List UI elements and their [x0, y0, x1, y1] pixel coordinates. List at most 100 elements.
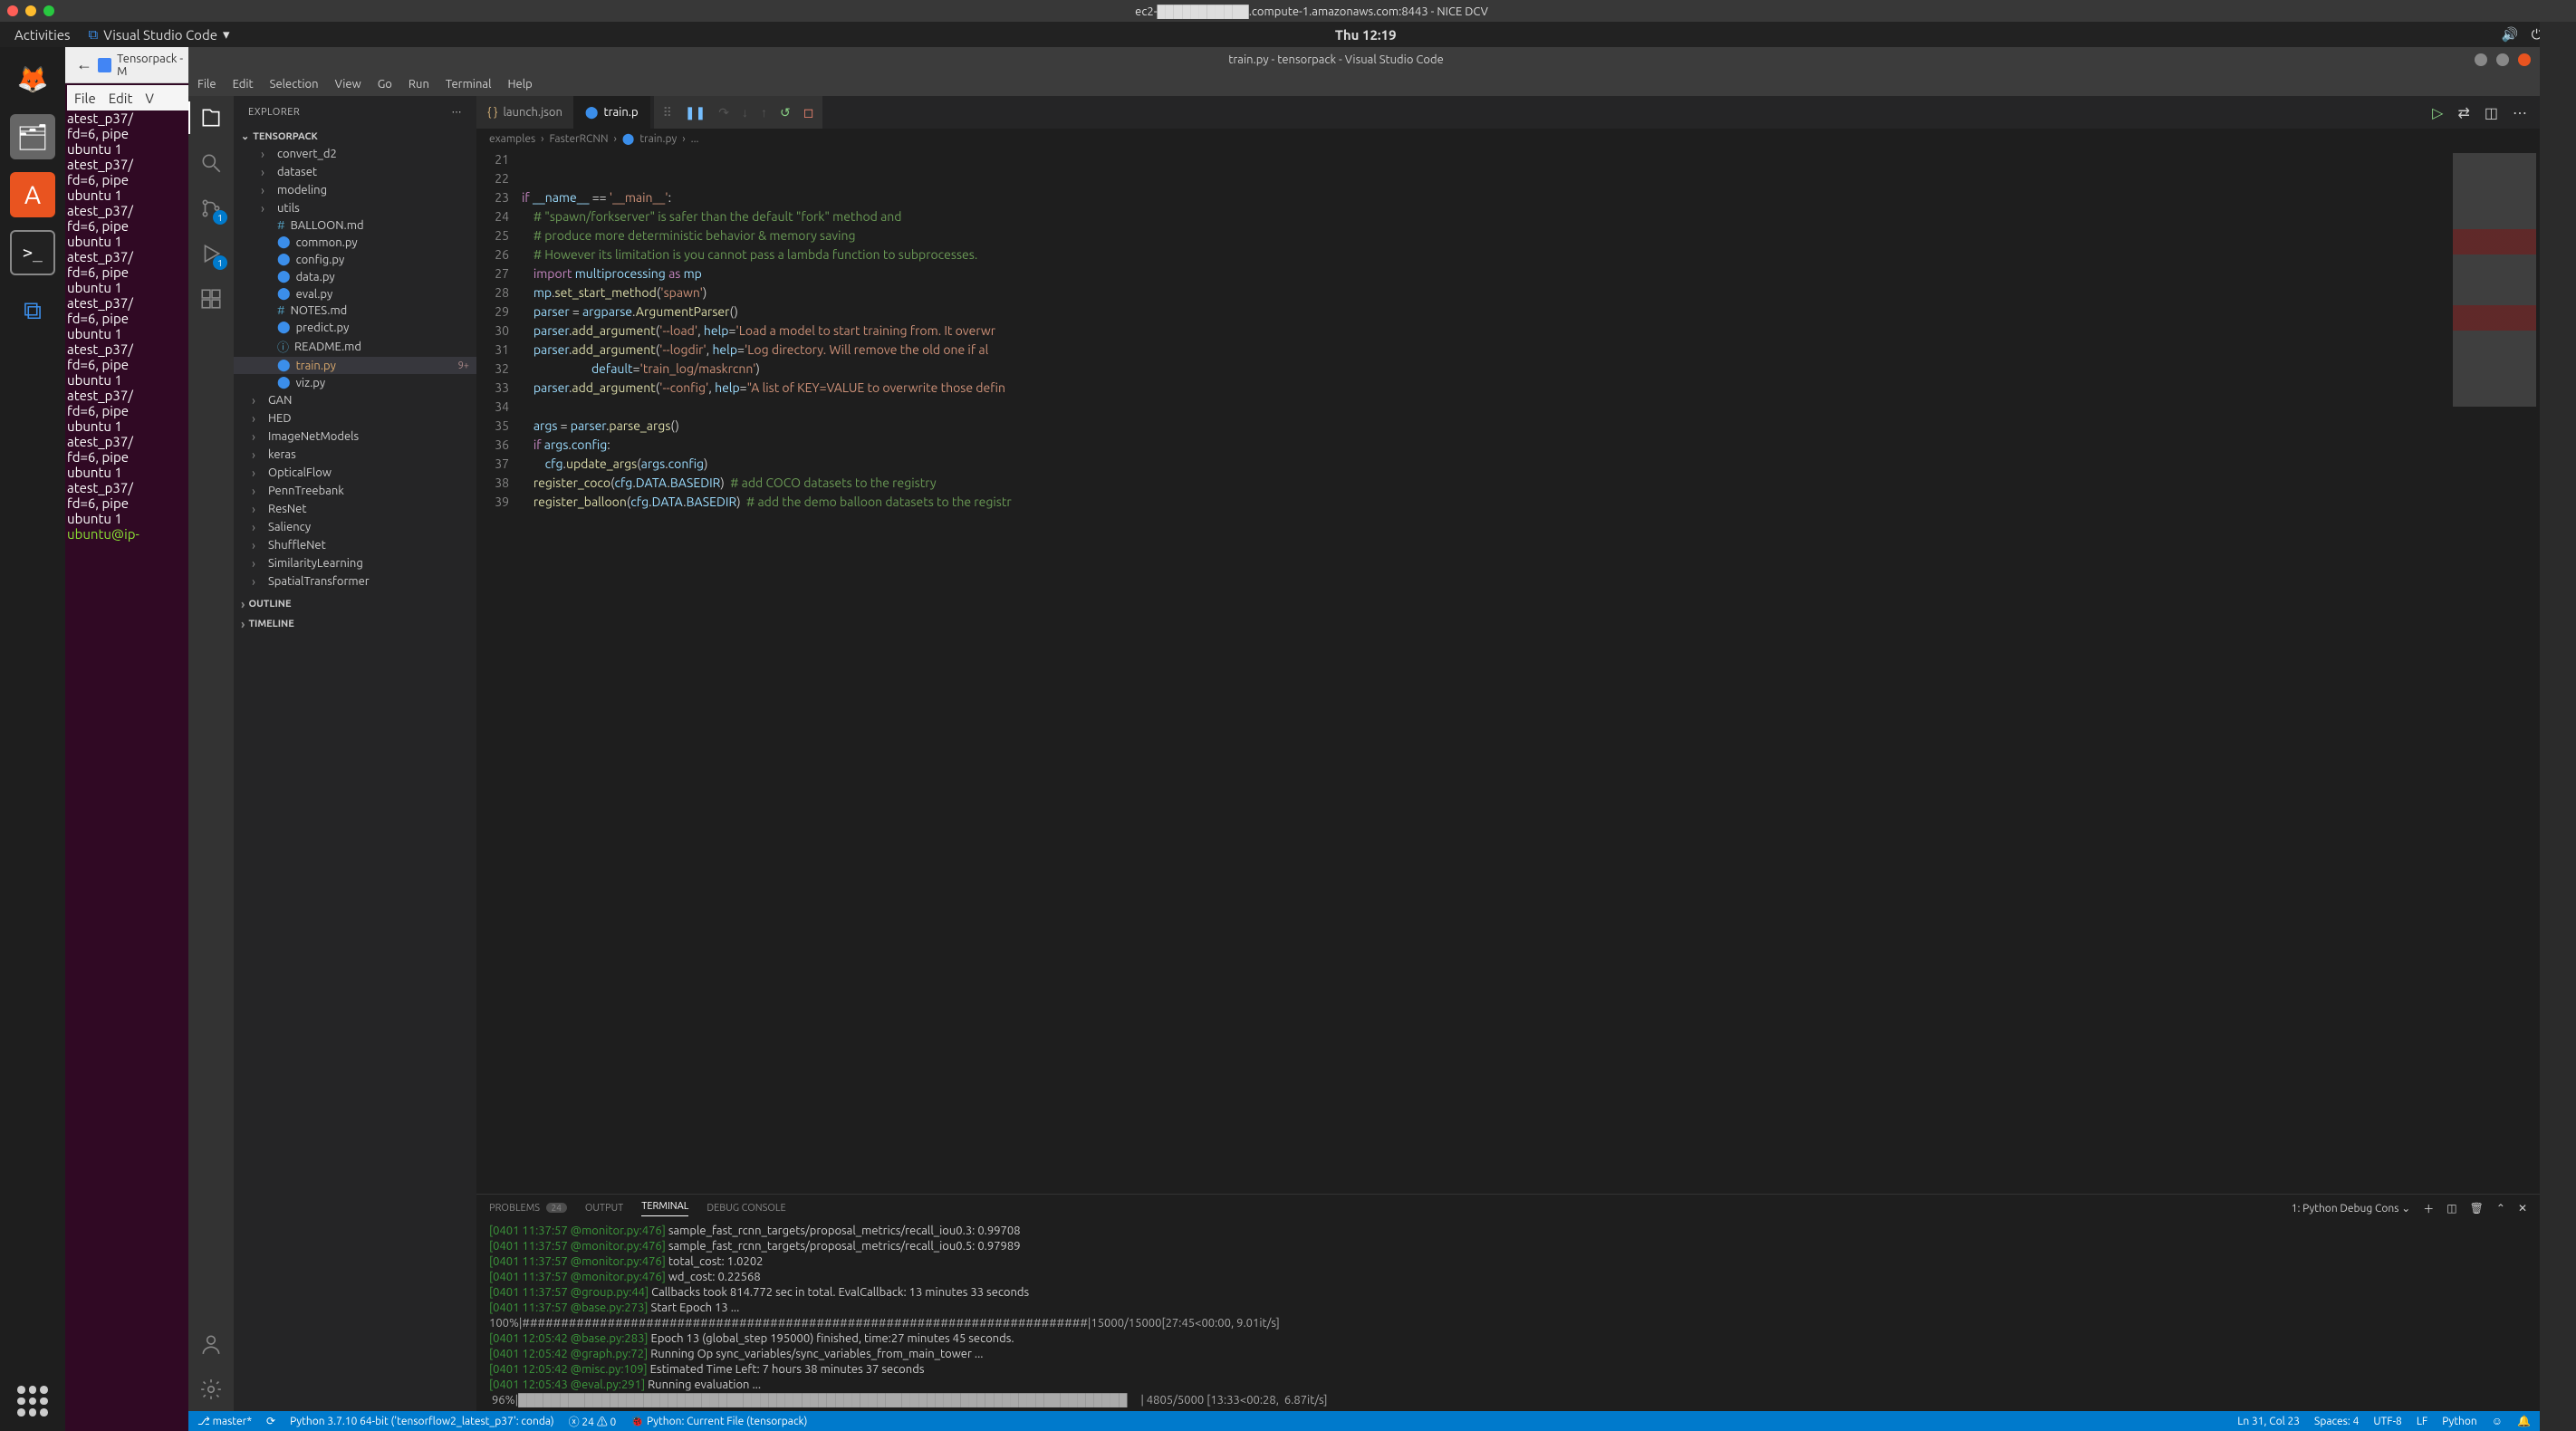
panel-tab-output[interactable]: OUTPUT: [585, 1203, 623, 1214]
status-sync-icon[interactable]: ⟳: [266, 1415, 275, 1427]
status-feedback-icon[interactable]: ☺: [2492, 1415, 2503, 1427]
activity-explorer[interactable]: [198, 105, 224, 130]
tab-launch-json[interactable]: { } launch.json: [476, 96, 574, 129]
terminal-trash-icon[interactable]: 🗑: [2470, 1202, 2484, 1215]
tree-folder-ShuffleNet[interactable]: ShuffleNet: [234, 536, 476, 554]
debug-restart[interactable]: ↺: [780, 105, 791, 120]
tree-folder-ImageNetModels[interactable]: ImageNetModels: [234, 427, 476, 446]
mac-minimize[interactable]: [25, 5, 36, 16]
tree-file-BALLOON.md[interactable]: #BALLOON.md: [234, 217, 476, 234]
activity-debug[interactable]: 1: [198, 241, 224, 266]
editor-more-icon[interactable]: ⋯: [2513, 104, 2527, 121]
dock-firefox[interactable]: 🦊: [10, 56, 55, 101]
tree-file-data.py[interactable]: ⬤data.py: [234, 268, 476, 285]
mac-close[interactable]: [7, 5, 18, 16]
tree-folder-keras[interactable]: keras: [234, 446, 476, 464]
menu-selection[interactable]: Selection: [270, 78, 319, 91]
menu-edit[interactable]: Edit: [233, 78, 254, 91]
vscode-maximize[interactable]: [2496, 53, 2509, 66]
activity-settings[interactable]: [198, 1377, 224, 1402]
menu-run[interactable]: Run: [409, 78, 429, 91]
status-python[interactable]: Python 3.7.10 64-bit ('tensorflow2_lates…: [290, 1416, 554, 1427]
activities-button[interactable]: Activities: [14, 27, 71, 43]
tree-file-train.py[interactable]: ⬤train.py9+: [234, 357, 476, 374]
menu-view[interactable]: View: [335, 78, 361, 91]
terminal-new-icon[interactable]: ＋: [2423, 1201, 2434, 1216]
tree-folder-SimilarityLearning[interactable]: SimilarityLearning: [234, 554, 476, 572]
tree-folder-PennTreebank[interactable]: PennTreebank: [234, 482, 476, 500]
background-terminal[interactable]: File Edit V atest_p37/fd=6, pipeubuntu 1…: [65, 83, 192, 1431]
status-language[interactable]: Python: [2442, 1416, 2477, 1427]
tree-folder-GAN[interactable]: GAN: [234, 391, 476, 409]
tree-folder-ResNet[interactable]: ResNet: [234, 500, 476, 518]
background-browser-tab[interactable]: ← Tensorpack - M: [65, 47, 192, 83]
back-icon[interactable]: ←: [76, 55, 92, 74]
tree-folder-convert_d2[interactable]: convert_d2: [234, 145, 476, 163]
menu-go[interactable]: Go: [378, 78, 392, 91]
tree-file-NOTES.md[interactable]: #NOTES.md: [234, 303, 476, 319]
status-eol[interactable]: LF: [2417, 1416, 2427, 1427]
menu-help[interactable]: Help: [507, 78, 532, 91]
sound-icon[interactable]: 🔊: [2502, 26, 2519, 43]
panel-tab-debugconsole[interactable]: DEBUG CONSOLE: [706, 1203, 785, 1214]
breadcrumb[interactable]: examples› FasterRCNN› ⬤train.py› ...: [476, 129, 2540, 149]
panel-tab-problems[interactable]: PROBLEMS 24: [489, 1203, 567, 1214]
tree-file-eval.py[interactable]: ⬤eval.py: [234, 285, 476, 303]
run-icon[interactable]: ▷: [2432, 104, 2443, 121]
panel-close-icon[interactable]: ✕: [2518, 1202, 2527, 1215]
terminal-selector[interactable]: 1: Python Debug Cons ⌄: [2292, 1202, 2411, 1215]
terminal-output[interactable]: [0401 11:37:57 @monitor.py:476] sample_f…: [476, 1222, 2540, 1411]
minimap[interactable]: [2449, 149, 2540, 1194]
dock-show-apps[interactable]: [17, 1386, 48, 1417]
debug-drag-handle[interactable]: ⠿: [663, 105, 672, 120]
code-editor[interactable]: if __name__ == '__main__': # "spawn/fork…: [522, 149, 2449, 1194]
tab-train-py[interactable]: ⬤ train.p: [574, 96, 650, 129]
debug-step-out[interactable]: ↑: [761, 105, 767, 120]
menu-file[interactable]: File: [197, 78, 216, 91]
dock-files[interactable]: 🗂: [10, 114, 55, 159]
tree-folder-dataset[interactable]: dataset: [234, 163, 476, 181]
split-editor-icon[interactable]: ◫: [2485, 104, 2498, 121]
panel-tab-terminal[interactable]: TERMINAL: [641, 1201, 688, 1216]
dock-terminal[interactable]: >_: [10, 230, 55, 275]
panel-maximize-icon[interactable]: ⌃: [2496, 1202, 2505, 1215]
tree-folder-modeling[interactable]: modeling: [234, 181, 476, 199]
outline-section[interactable]: OUTLINE: [234, 594, 476, 614]
timeline-section[interactable]: TIMELINE: [234, 614, 476, 634]
dock-vscode[interactable]: ⧉: [10, 288, 55, 333]
tree-folder-Saliency[interactable]: Saliency: [234, 518, 476, 536]
tree-folder-utils[interactable]: utils: [234, 199, 476, 217]
tree-folder-HED[interactable]: HED: [234, 409, 476, 427]
status-ln-col[interactable]: Ln 31, Col 23: [2237, 1416, 2300, 1427]
activity-search[interactable]: [198, 150, 224, 176]
tree-folder-OpticalFlow[interactable]: OpticalFlow: [234, 464, 476, 482]
activity-account[interactable]: [198, 1331, 224, 1357]
tree-file-config.py[interactable]: ⬤config.py: [234, 251, 476, 268]
activity-scm[interactable]: 1: [198, 196, 224, 221]
terminal-split-icon[interactable]: ◫: [2446, 1202, 2456, 1215]
debug-step-into[interactable]: ↓: [742, 105, 748, 120]
clock[interactable]: Thu 12:19: [230, 27, 2502, 43]
mac-maximize[interactable]: [43, 5, 54, 16]
line-gutter[interactable]: 21222324252627282930313233343536373839: [476, 149, 522, 1194]
vscode-minimize[interactable]: [2475, 53, 2487, 66]
debug-step-over[interactable]: ↷: [718, 105, 729, 120]
status-problems[interactable]: ⓧ 24 ⚠ 0: [569, 1414, 617, 1429]
dock-software[interactable]: A: [10, 172, 55, 217]
menu-terminal[interactable]: Terminal: [446, 78, 492, 91]
status-encoding[interactable]: UTF-8: [2373, 1416, 2401, 1427]
app-menu[interactable]: ⧉ Visual Studio Code ▾: [89, 26, 230, 43]
status-spaces[interactable]: Spaces: 4: [2314, 1416, 2359, 1427]
tree-file-README.md[interactable]: ⓘREADME.md: [234, 336, 476, 357]
debug-pause[interactable]: ❚❚: [685, 105, 706, 120]
explorer-more-icon[interactable]: ⋯: [452, 106, 463, 118]
split-compare-icon[interactable]: ⇄: [2457, 104, 2469, 121]
status-branch[interactable]: ⎇ master*: [197, 1415, 252, 1427]
tree-root[interactable]: TENSORPACK: [234, 128, 476, 145]
tree-folder-SpatialTransformer[interactable]: SpatialTransformer: [234, 572, 476, 591]
tree-file-predict.py[interactable]: ⬤predict.py: [234, 319, 476, 336]
debug-stop[interactable]: ◻: [803, 105, 814, 120]
activity-extensions[interactable]: [198, 286, 224, 312]
tree-file-viz.py[interactable]: ⬤viz.py: [234, 374, 476, 391]
status-bell-icon[interactable]: 🔔: [2517, 1415, 2531, 1427]
